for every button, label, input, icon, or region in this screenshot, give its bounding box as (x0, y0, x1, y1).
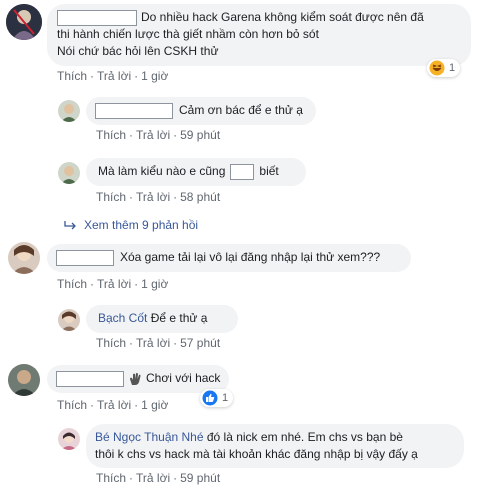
comment-bubble: Mà làm kiểu nào e cũng biết (86, 158, 306, 186)
avatar-image (58, 428, 80, 450)
commenter-avatar[interactable] (8, 364, 40, 396)
comment-text: Mà làm kiểu nào e cũng (98, 164, 226, 178)
commenter-avatar[interactable] (58, 428, 80, 450)
reaction-count: 1 (449, 62, 456, 74)
avatar-image (58, 100, 80, 122)
redacted-word (230, 163, 255, 180)
comment-actions: Thích · Trả lời · 58 phút (96, 190, 221, 204)
comment-text: Xóa game tải lại vô lại đăng nhập lại th… (120, 250, 381, 264)
comment-actions: Thích · Trả lời · 1 giờ (57, 398, 169, 412)
avatar-image (8, 364, 40, 396)
comment-text: Chơi với hack (146, 371, 221, 385)
avatar-image (58, 309, 80, 331)
redacted-author-name (95, 102, 173, 119)
timestamp[interactable]: 1 giờ (141, 69, 168, 83)
reply-link[interactable]: Trả lời (136, 190, 170, 204)
redacted-author-name (56, 249, 114, 266)
comment-text: Nói chứ bác hỏi lên CSKH thử (57, 44, 219, 58)
waving-hand-icon (130, 372, 141, 385)
reaction-count: 1 (222, 392, 229, 404)
comment-text: Để e thử ạ (150, 311, 208, 325)
reply-link[interactable]: Trả lời (136, 128, 170, 142)
comment-bubble: Bé Ngọc Thuận Nhé đó là nick em nhé. Em … (86, 424, 464, 468)
comment-text: thi hành chiến lược thà giết nhầm còn hơ… (57, 27, 319, 41)
reply-link[interactable]: Trả lời (97, 398, 131, 412)
redacted-author-name (56, 370, 124, 387)
like-link[interactable]: Thích (57, 69, 87, 83)
commenter-avatar[interactable] (8, 242, 40, 274)
avatar-image (58, 162, 80, 184)
like-link[interactable]: Thích (96, 128, 126, 142)
comment-actions: Thích · Trả lời · 59 phút (96, 471, 221, 485)
view-more-replies-label[interactable]: Xem thêm 9 phản hồi (84, 218, 198, 232)
comment-author[interactable]: Bé Ngọc Thuận Nhé (95, 430, 204, 444)
reply-link[interactable]: Trả lời (136, 471, 170, 485)
comment-bubble: Chơi với hack (47, 365, 229, 393)
comment-bubble: Xóa game tải lại vô lại đăng nhập lại th… (47, 244, 411, 272)
comment-bubble: Bạch Cốt Để e thử ạ (86, 305, 238, 333)
reply-link[interactable]: Trả lời (136, 336, 170, 350)
haha-emoji-icon (429, 60, 445, 76)
like-link[interactable]: Thích (96, 336, 126, 350)
view-more-replies[interactable]: Xem thêm 9 phản hồi (64, 218, 198, 232)
comment-actions: Thích · Trả lời · 1 giờ (57, 277, 169, 291)
reaction-badge[interactable]: 1 (200, 389, 234, 407)
like-link[interactable]: Thích (57, 398, 87, 412)
timestamp[interactable]: 59 phút (180, 471, 220, 485)
redacted-author-name (57, 9, 137, 26)
comment-text: biết (259, 164, 279, 178)
comment-text: thôi k chs vs hack mà tài khoản khác đăn… (95, 447, 418, 461)
timestamp[interactable]: 57 phút (180, 336, 220, 350)
like-link[interactable]: Thích (96, 190, 126, 204)
comment-bubble: Cảm ơn bác để e thử ạ (86, 97, 316, 125)
reply-link[interactable]: Trả lời (97, 69, 131, 83)
timestamp[interactable]: 1 giờ (141, 277, 168, 291)
avatar-image (8, 242, 40, 274)
comment-text: đó là nick em nhé. Em chs vs bạn bè (206, 430, 403, 444)
like-link[interactable]: Thích (96, 471, 126, 485)
comment-bubble: Do nhiều hack Garena không kiểm soát đượ… (47, 4, 471, 66)
commenter-avatar[interactable] (58, 309, 80, 331)
timestamp[interactable]: 59 phút (180, 128, 220, 142)
like-reaction-icon (202, 390, 218, 406)
reply-link[interactable]: Trả lời (97, 277, 131, 291)
reaction-badge[interactable]: 1 (427, 59, 461, 77)
comment-text: Do nhiều hack Garena không kiểm soát đượ… (141, 10, 424, 24)
commenter-avatar[interactable] (6, 4, 42, 40)
like-link[interactable]: Thích (57, 277, 87, 291)
comment-actions: Thích · Trả lời · 1 giờ (57, 69, 169, 83)
comment-text: Cảm ơn bác để e thử ạ (179, 103, 303, 117)
avatar-image (6, 4, 42, 40)
comment-actions: Thích · Trả lời · 57 phút (96, 336, 221, 350)
comment-author[interactable]: Bạch Cốt (98, 311, 147, 325)
reply-arrow-icon (64, 221, 76, 230)
timestamp[interactable]: 58 phút (180, 190, 220, 204)
comment-actions: Thích · Trả lời · 59 phút (96, 128, 221, 142)
commenter-avatar[interactable] (58, 162, 80, 184)
commenter-avatar[interactable] (58, 100, 80, 122)
timestamp[interactable]: 1 giờ (141, 398, 168, 412)
